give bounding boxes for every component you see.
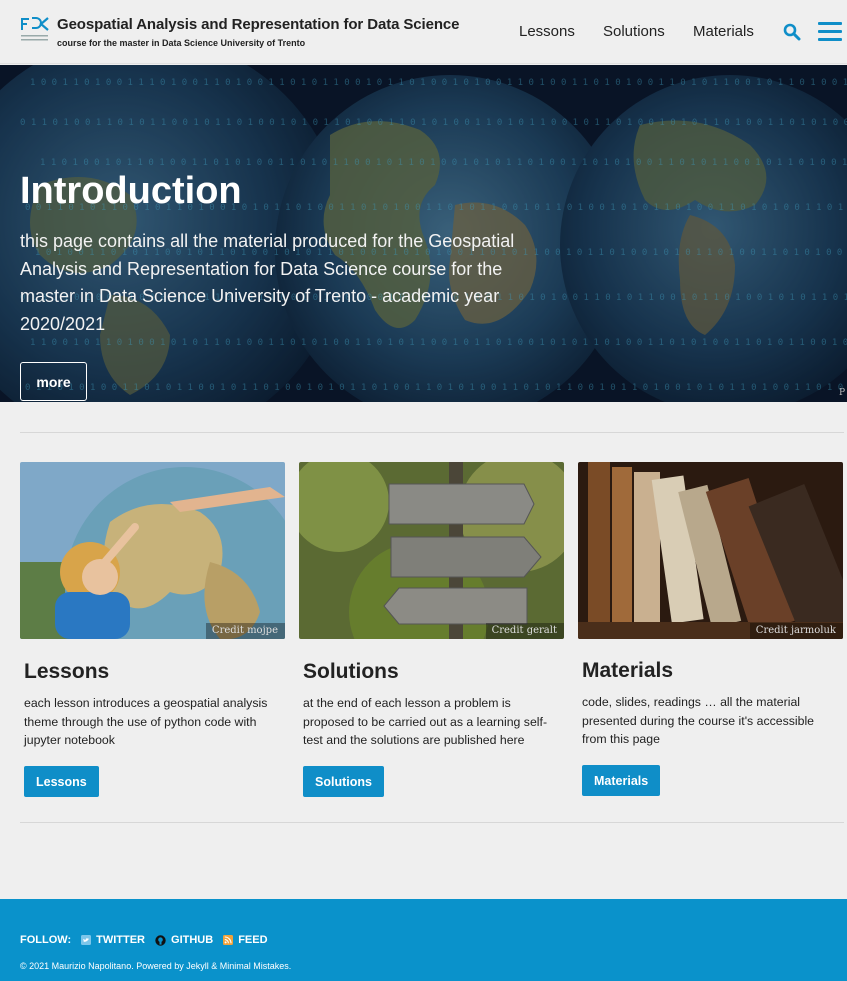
divider-top: [20, 432, 844, 433]
nav-solutions[interactable]: Solutions: [603, 23, 665, 40]
site-subtitle: course for the master in Data Science Un…: [57, 38, 306, 48]
solutions-button[interactable]: Solutions: [303, 766, 384, 797]
divider-bottom: [20, 822, 844, 823]
card-text: at the end of each lesson a problem is p…: [303, 696, 548, 747]
github-link[interactable]: GITHUB: [155, 934, 213, 946]
more-button[interactable]: more: [20, 362, 87, 401]
twitter-label: TWITTER: [96, 934, 146, 946]
nav-materials[interactable]: Materials: [693, 23, 754, 40]
twitter-icon: [81, 935, 92, 945]
hero-credit: P: [838, 388, 845, 398]
nav-lessons[interactable]: Lessons: [519, 23, 575, 40]
search-icon[interactable]: [783, 23, 801, 41]
masthead: Geospatial Analysis and Representation f…: [0, 0, 847, 64]
feed-link[interactable]: FEED: [223, 934, 268, 946]
github-label: GITHUB: [171, 934, 214, 946]
solutions-image: Credit geralt: [299, 462, 564, 639]
feature-card-solutions: Credit geralt Solutions at the end of ea…: [299, 462, 564, 802]
feature-card-materials: Credit jarmoluk Materials code, slides, …: [578, 462, 843, 802]
card-title: Solutions: [303, 660, 399, 683]
feature-card-lessons: Credit mojpe Lessons each lesson introdu…: [20, 462, 285, 802]
follow-label: FOLLOW:: [20, 934, 72, 946]
materials-button[interactable]: Materials: [582, 765, 661, 796]
fbk-logo-icon[interactable]: [20, 15, 50, 47]
copyright-text: © 2021 Maurizio Napolitano. Powered by J…: [20, 961, 292, 971]
follow-bar: FOLLOW: TWITTER GITHUB FEED: [20, 934, 268, 946]
page-footer: FOLLOW: TWITTER GITHUB FEED © 2021 Mauri…: [0, 899, 847, 981]
card-title: Lessons: [24, 660, 110, 683]
feed-label: FEED: [238, 934, 268, 946]
card-text: each lesson introduces a geospatial anal…: [24, 696, 268, 747]
credit-label: Credit geralt: [485, 623, 564, 639]
card-text: code, slides, readings … all the materia…: [582, 695, 815, 746]
lessons-image: Credit mojpe: [20, 462, 285, 639]
hero-banner: 1 0 0 1 1 0 1 0 0 1 1 1 0 1 0 0 1 1 0 1 …: [0, 65, 847, 402]
credit-label: Credit mojpe: [205, 623, 285, 639]
github-icon: [155, 934, 166, 946]
twitter-link[interactable]: TWITTER: [81, 934, 145, 946]
lessons-button[interactable]: Lessons: [24, 766, 99, 797]
rss-feed-icon: [223, 935, 234, 945]
materials-image: Credit jarmoluk: [578, 462, 843, 639]
hamburger-menu-icon[interactable]: [818, 22, 842, 42]
hero-title: Introduction: [20, 170, 242, 212]
hero-description: this page contains all the material prod…: [20, 231, 515, 334]
card-title: Materials: [582, 659, 674, 682]
credit-label: Credit jarmoluk: [749, 623, 843, 639]
site-title[interactable]: Geospatial Analysis and Representation f…: [57, 16, 460, 33]
